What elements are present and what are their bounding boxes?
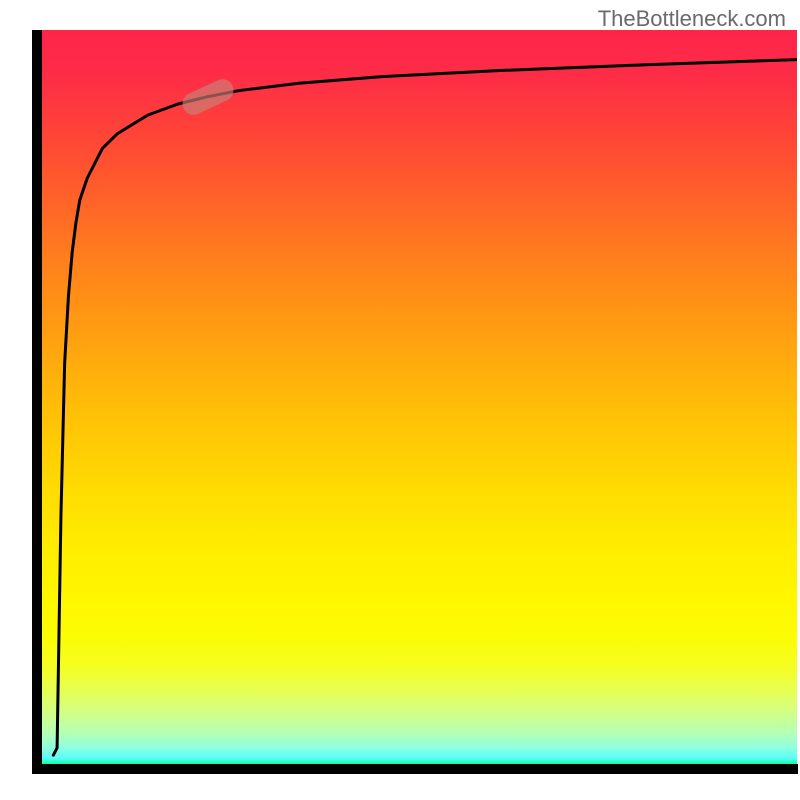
watermark-text: TheBottleneck.com bbox=[598, 6, 786, 32]
curve-line bbox=[53, 60, 797, 756]
y-axis bbox=[32, 30, 42, 770]
chart-container: TheBottleneck.com bbox=[0, 0, 800, 800]
plot-area bbox=[42, 30, 797, 770]
curve-svg bbox=[42, 30, 797, 770]
